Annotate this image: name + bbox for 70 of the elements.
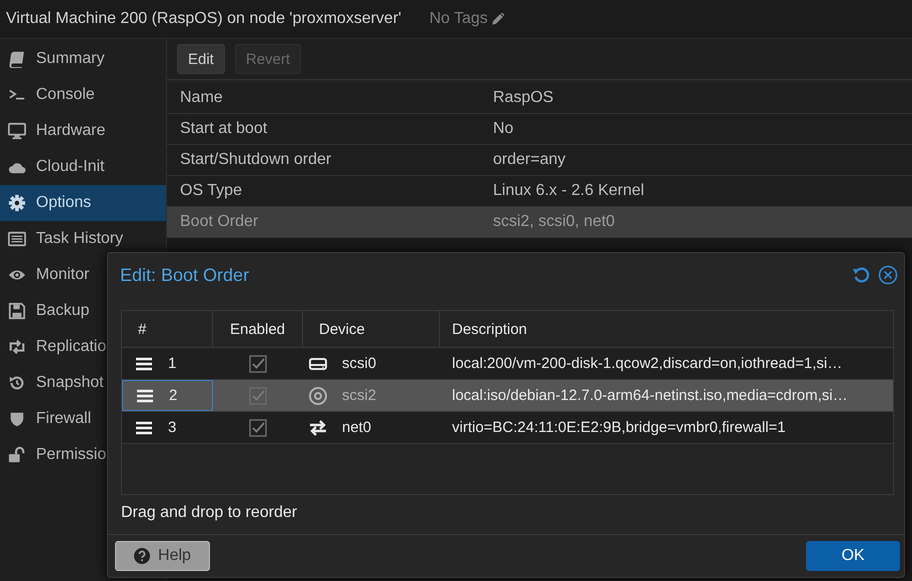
option-name: Boot Order [179, 213, 260, 231]
boot-device-row[interactable]: 1 scsi0 local:200/vm-200-disk-1.qcow2,discard=on,iothread=1,si… [122, 348, 893, 380]
column-header[interactable]: # [122, 311, 213, 347]
option-value: order=any [493, 151, 566, 169]
sidebar-item[interactable]: Backup [0, 293, 94, 329]
sidebar-item[interactable]: Cloud-Init [0, 149, 108, 185]
option-value: RaspOS [493, 89, 554, 107]
column-header[interactable]: Description [440, 311, 893, 347]
sidebar-item[interactable]: Console [0, 77, 99, 113]
book-icon [8, 50, 26, 68]
monitor-icon [8, 122, 26, 140]
option-name: Start/Shutdown order [179, 151, 332, 169]
sidebar-item[interactable]: Hardware [0, 113, 110, 149]
option-value: scsi2, scsi0, net0 [493, 213, 615, 231]
settings-icon [8, 194, 26, 212]
sidebar-item[interactable]: Monitor [0, 257, 94, 293]
toolbar-button[interactable]: Edit [177, 44, 225, 74]
help-button[interactable]: Help [115, 541, 210, 571]
row-number: 2 [169, 387, 178, 404]
option-value: No [493, 120, 514, 138]
ok-button[interactable]: OK [806, 541, 900, 571]
window-title: Virtual Machine 200 (RaspOS) on node 'proxmoxserver' [6, 10, 402, 28]
device-description: local:iso/debian-12.7.0-arm64-netinst.iso,media=cdrom,si… [451, 387, 849, 404]
drag-handle-icon[interactable] [136, 356, 152, 370]
device-description: virtio=BC:24:11:0E:E2:9B,bridge=vmbr0,firewall=1 [451, 419, 787, 436]
sidebar-item[interactable]: Firewall [0, 401, 96, 437]
arrows-exchange-icon [308, 418, 328, 438]
option-row[interactable]: Name RaspOS [167, 83, 912, 114]
arrows-cycle-icon [8, 338, 26, 356]
enabled-checkbox[interactable] [249, 354, 267, 372]
enabled-checkbox[interactable] [249, 418, 267, 436]
column-header[interactable]: Enabled [213, 311, 303, 347]
boot-device-row[interactable]: 3 net0 virtio=BC:24:11:0E:E2:9B,bridge=vmbr0,firewall=1 [122, 412, 893, 444]
shield-icon [8, 410, 26, 428]
device-name: scsi0 [342, 355, 376, 372]
option-row[interactable]: OS Type Linux 6.x - 2.6 Kernel [167, 176, 912, 207]
enabled-checkbox[interactable] [249, 386, 267, 404]
boot-device-row[interactable]: 2 scsi2 local:iso/debian-12.7.0-arm64-netinst.iso,media=cdrom,si… [122, 380, 893, 412]
sidebar-item[interactable]: Snapshot [0, 365, 108, 401]
option-name: Start at boot [179, 120, 268, 138]
sidebar-item[interactable]: Permissio [0, 437, 110, 473]
option-name: OS Type [179, 182, 243, 200]
option-row[interactable]: Start at boot No [167, 114, 912, 145]
sidebar-item[interactable]: Replicatio [0, 329, 110, 365]
pencil-icon[interactable] [490, 12, 505, 26]
sidebar-item[interactable]: Task History [0, 221, 128, 257]
padlock-icon [8, 446, 26, 464]
device-description: local:200/vm-200-disk-1.qcow2,discard=on,iothread=1,si… [451, 355, 844, 372]
option-value: Linux 6.x - 2.6 Kernel [493, 182, 644, 200]
option-row[interactable]: Boot Order scsi2, scsi0, net0 [167, 207, 912, 238]
sidebar-item[interactable]: Summary [0, 41, 108, 77]
row-number: 1 [168, 355, 176, 372]
device-name: scsi2 [342, 387, 376, 404]
device-name: net0 [342, 419, 372, 436]
sidebar-item[interactable]: Options [0, 185, 166, 221]
reset-icon[interactable] [852, 266, 870, 284]
history-icon [8, 374, 26, 392]
column-header[interactable]: Device [303, 311, 440, 347]
drag-handle-icon[interactable] [137, 388, 153, 402]
list-icon [8, 230, 26, 248]
drag-handle-icon[interactable] [136, 420, 152, 434]
dialog-title: Edit: Boot Order [120, 264, 250, 286]
tags-label: No Tags [429, 10, 488, 28]
help-icon [134, 548, 150, 564]
option-name: Name [179, 89, 224, 107]
option-row[interactable]: Start/Shutdown order order=any [167, 145, 912, 176]
close-icon[interactable] [878, 265, 898, 285]
hint-text: Drag and drop to reorder [120, 503, 298, 523]
row-number: 3 [168, 419, 176, 436]
disc-icon [308, 386, 328, 406]
